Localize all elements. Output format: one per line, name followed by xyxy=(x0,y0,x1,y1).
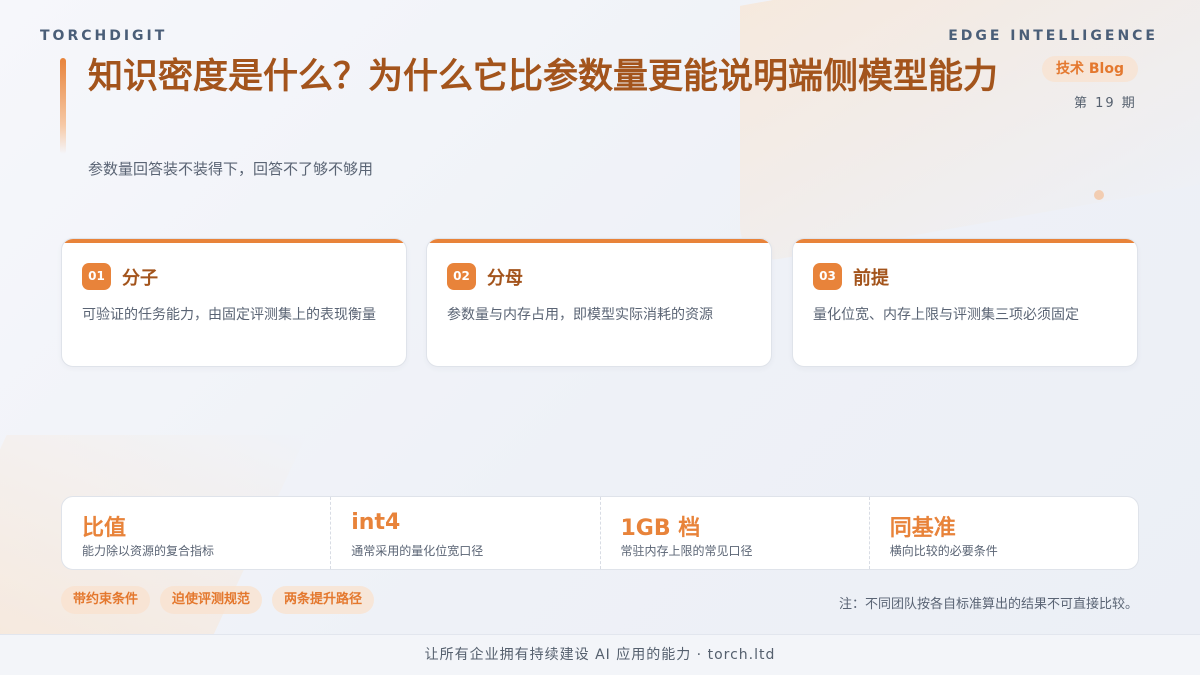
stat-value: 同基准 xyxy=(889,516,956,541)
card-description: 量化位宽、内存上限与评测集三项必须固定 xyxy=(813,307,1079,323)
stats-bar: 比值 能力除以资源的复合指标 int4 通常采用的量化位宽口径 1GB 档 常驻… xyxy=(61,496,1139,570)
stat-memory: 1GB 档 常驻内存上限的常见口径 xyxy=(601,497,870,569)
stat-label: 横向比较的必要条件 xyxy=(889,544,998,558)
card-numerator: 01 分子 可验证的任务能力，由固定评测集上的表现衡量 xyxy=(61,238,407,367)
stat-label: 常驻内存上限的常见口径 xyxy=(620,544,753,558)
card-premise: 03 前提 量化位宽、内存上限与评测集三项必须固定 xyxy=(792,238,1138,367)
stat-value: 比值 xyxy=(82,516,127,541)
issue-number: 第 19 期 xyxy=(1074,96,1137,111)
card-number-badge: 01 xyxy=(82,263,111,290)
concept-cards: 01 分子 可验证的任务能力，由固定评测集上的表现衡量 02 分母 参数量与内存… xyxy=(61,238,1140,368)
stat-value: int4 xyxy=(351,510,401,535)
card-title: 分母 xyxy=(487,268,523,289)
stat-quantization: int4 通常采用的量化位宽口径 xyxy=(331,497,601,569)
brand-logo-text: TORCHDIGIT xyxy=(40,28,168,44)
stat-benchmark: 同基准 横向比较的必要条件 xyxy=(870,497,1138,569)
stat-label: 通常采用的量化位宽口径 xyxy=(351,544,484,558)
card-title: 前提 xyxy=(853,268,889,289)
card-title: 分子 xyxy=(122,268,158,289)
page-title: 知识密度是什么？为什么它比参数量更能说明端侧模型能力 xyxy=(88,57,999,97)
footnote: 注：不同团队按各自标准算出的结果不可直接比较。 xyxy=(838,597,1138,612)
keyword-tags: 带约束条件 迫使评测规范 两条提升路径 xyxy=(61,586,375,614)
footer-bar: 让所有企业拥有持续建设 AI 应用的能力 · torch.ltd xyxy=(0,634,1200,675)
brand-tagline: EDGE INTELLIGENCE xyxy=(948,28,1158,44)
stat-value: 1GB 档 xyxy=(620,516,701,541)
title-accent-bar xyxy=(60,58,66,154)
keyword-tag: 两条提升路径 xyxy=(272,586,375,614)
card-number-badge: 03 xyxy=(813,263,842,290)
keyword-tag: 带约束条件 xyxy=(61,586,151,614)
card-description: 可验证的任务能力，由固定评测集上的表现衡量 xyxy=(82,307,376,323)
stat-ratio: 比值 能力除以资源的复合指标 xyxy=(62,497,332,569)
page-subtitle: 参数量回答装不装得下，回答不了够不够用 xyxy=(88,160,374,178)
decorative-dot xyxy=(1094,190,1104,200)
card-description: 参数量与内存占用，即模型实际消耗的资源 xyxy=(447,307,713,323)
category-tag: 技术 Blog xyxy=(1042,56,1138,82)
keyword-tag: 迫使评测规范 xyxy=(160,586,263,614)
card-number-badge: 02 xyxy=(447,263,476,290)
stat-label: 能力除以资源的复合指标 xyxy=(82,544,215,558)
card-denominator: 02 分母 参数量与内存占用，即模型实际消耗的资源 xyxy=(426,238,772,367)
